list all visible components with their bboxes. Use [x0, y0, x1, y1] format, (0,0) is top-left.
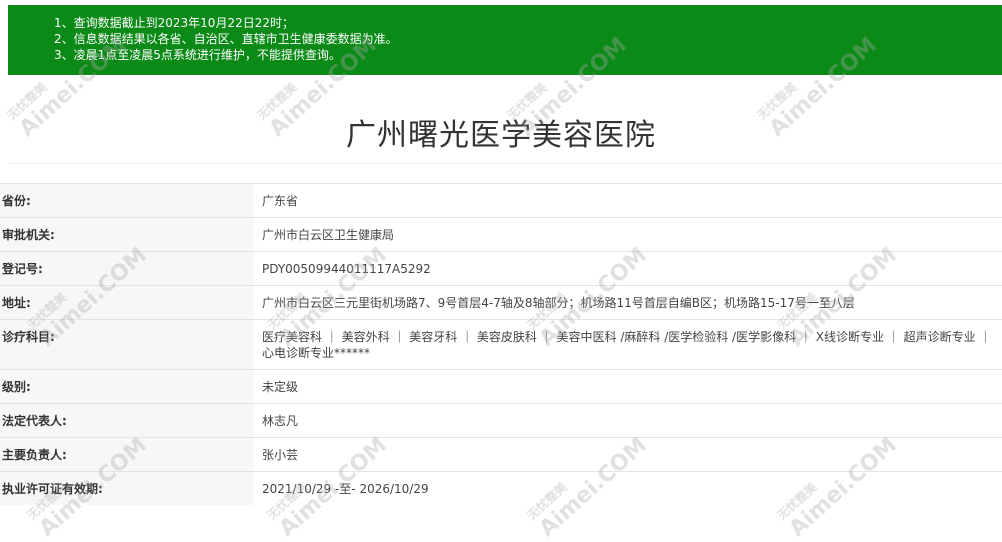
field-label: 主要负责人:	[0, 437, 254, 472]
field-value: PDY00509944011117A5292	[254, 251, 1002, 286]
field-label: 执业许可证有效期:	[0, 471, 254, 505]
field-label: 省份:	[0, 183, 254, 218]
field-label: 登记号:	[0, 251, 254, 286]
field-label: 地址:	[0, 285, 254, 320]
field-value: 广州市白云区三元里街机场路7、9号首层4-7轴及8轴部分；机场路11号首层自编B…	[254, 285, 1002, 320]
notice-line: 3、凌晨1点至凌晨5点系统进行维护，不能提供查询。	[54, 48, 341, 62]
notice-banner: 1、查询数据截止到2023年10月22日22时； 2、信息数据结果以各省、自治区…	[8, 5, 1002, 75]
field-value: 未定级	[254, 369, 1002, 404]
table-row: 法定代表人: 林志凡	[0, 403, 1002, 438]
field-label: 级别:	[0, 369, 254, 404]
field-label: 审批机关:	[0, 217, 254, 252]
divider	[8, 163, 1002, 164]
notice-line: 2、信息数据结果以各省、自治区、直辖市卫生健康委数据为准。	[54, 32, 398, 46]
hospital-info-table: 省份: 广东省 审批机关: 广州市白云区卫生健康局 登记号: PDY005099…	[0, 183, 1002, 505]
table-row: 省份: 广东省	[0, 183, 1002, 218]
field-label: 诊疗科目:	[0, 319, 254, 370]
hospital-title: 广州曙光医学美容医院	[346, 118, 656, 153]
field-value: 2021/10/29 -至- 2026/10/29	[254, 471, 1002, 505]
field-value: 广州市白云区卫生健康局	[254, 217, 1002, 252]
field-label: 法定代表人:	[0, 403, 254, 438]
table-row: 地址: 广州市白云区三元里街机场路7、9号首层4-7轴及8轴部分；机场路11号首…	[0, 285, 1002, 320]
field-value: 张小芸	[254, 437, 1002, 472]
field-value: 医疗美容科 ｜ 美容外科 ｜ 美容牙科 ｜ 美容皮肤科 ｜ 美容中医科 /麻醉科…	[254, 319, 1002, 370]
table-row: 执业许可证有效期: 2021/10/29 -至- 2026/10/29	[0, 471, 1002, 505]
field-value: 林志凡	[254, 403, 1002, 438]
field-value: 广东省	[254, 183, 1002, 218]
notice-line: 1、查询数据截止到2023年10月22日22时；	[54, 16, 294, 30]
table-row: 审批机关: 广州市白云区卫生健康局	[0, 217, 1002, 252]
table-row: 登记号: PDY00509944011117A5292	[0, 251, 1002, 286]
table-row: 级别: 未定级	[0, 369, 1002, 404]
table-row: 主要负责人: 张小芸	[0, 437, 1002, 472]
table-row: 诊疗科目: 医疗美容科 ｜ 美容外科 ｜ 美容牙科 ｜ 美容皮肤科 ｜ 美容中医…	[0, 319, 1002, 370]
